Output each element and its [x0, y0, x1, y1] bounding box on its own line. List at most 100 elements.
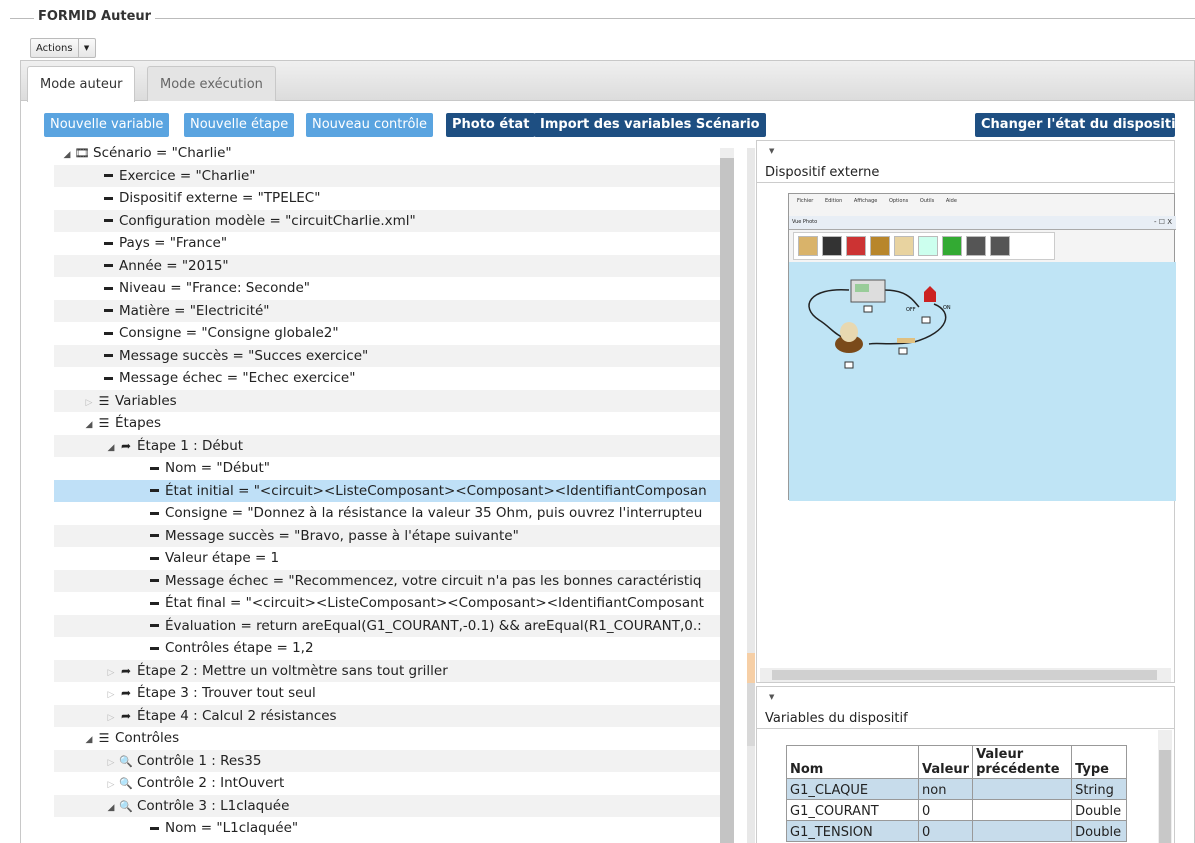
tree-row[interactable]: ▷ ☰ Variables: [54, 389, 720, 413]
switch-tool-icon[interactable]: [846, 236, 866, 256]
tree-row[interactable]: Message succès = "Succes exercice": [54, 344, 720, 367]
tree-row[interactable]: ▷ ➦ Étape 3 : Trouver tout seul: [54, 682, 720, 705]
external-device-view[interactable]: Fichier Edition Affichage Options Outils…: [788, 193, 1176, 501]
tree-row[interactable]: ▷ 🔍 Contrôle 1 : Res35: [54, 749, 720, 773]
tree-row[interactable]: Évaluation = return areEqual(G1_COURANT,…: [54, 614, 720, 637]
tree-row[interactable]: Dispositif externe = "TPELEC": [54, 187, 720, 210]
tree-row[interactable]: Année = "2015": [54, 254, 720, 277]
column-header[interactable]: Type: [1071, 745, 1128, 779]
photo-state-button[interactable]: Photo état: [446, 113, 536, 137]
tab-mode-execution[interactable]: Mode exécution: [147, 66, 276, 101]
change-state-button[interactable]: Changer l'état du dispositif: [975, 113, 1181, 137]
expanded-arrow-icon[interactable]: ◢: [104, 437, 118, 458]
tree-row-label: Valeur étape = 1: [165, 550, 280, 566]
tree-row[interactable]: Contrôles étape = 1,2: [54, 637, 720, 660]
battery-tool-icon[interactable]: [822, 236, 842, 256]
chevron-down-icon: ▼: [83, 44, 90, 52]
tree-row[interactable]: ▷ ➦ Étape 4 : Calcul 2 résistances: [54, 704, 720, 728]
tree-scrollbar-thumb[interactable]: [720, 158, 734, 843]
variables-scrollbar[interactable]: [1158, 730, 1172, 843]
panel-header[interactable]: ▼ Dispositif externe: [757, 141, 1174, 183]
voltmeter-tool-icon[interactable]: [966, 236, 986, 256]
new-step-button[interactable]: Nouvelle étape: [184, 113, 295, 137]
tree-row[interactable]: ◢ 🔍 Contrôle 3 : L1claquée: [54, 794, 720, 818]
tree-row[interactable]: ▷ 🔍 Contrôle 2 : IntOuvert: [54, 772, 720, 795]
tree-row[interactable]: ◢ ➦ Étape 1 : Début: [54, 434, 720, 458]
menu-item[interactable]: Affichage: [854, 198, 878, 204]
tree-row[interactable]: Valeur étape = 1: [54, 547, 720, 570]
diode-tool-icon[interactable]: [942, 236, 962, 256]
new-variable-button[interactable]: Nouvelle variable: [44, 113, 170, 137]
tree-row[interactable]: Niveau = "France: Seconde": [54, 277, 720, 300]
panel-title: Dispositif externe: [765, 165, 880, 180]
new-control-button[interactable]: Nouveau contrôle: [306, 113, 434, 137]
table-cell: G1_TENSION: [786, 820, 919, 842]
tree-row[interactable]: Nom = "L1claquée": [54, 817, 720, 840]
collapsed-arrow-icon[interactable]: ▷: [104, 707, 118, 728]
tree-row[interactable]: ◢ 🎞 Scénario = "Charlie": [54, 142, 720, 165]
table-row[interactable]: G1_COURANT 0 Double: [786, 799, 1128, 821]
column-header[interactable]: Valeur précédente: [972, 745, 1073, 779]
wire-tool-icon[interactable]: [918, 236, 938, 256]
scenario-tree[interactable]: ◢ 🎞 Scénario = "Charlie" Exercice = "Charli…: [54, 140, 738, 843]
tree-row[interactable]: Consigne = "Consigne globale2": [54, 322, 720, 345]
table-cell: Double: [1071, 820, 1128, 842]
collapsed-arrow-icon[interactable]: ▷: [104, 774, 118, 795]
table-cell: [972, 799, 1073, 821]
switch-icon[interactable]: [924, 286, 936, 302]
tree-row-label: Étapes: [115, 415, 162, 431]
ammeter-tool-icon[interactable]: [990, 236, 1010, 256]
column-header[interactable]: Nom: [786, 745, 919, 779]
menu-item[interactable]: Options: [889, 198, 908, 204]
splitter[interactable]: [747, 148, 755, 843]
dash-icon: [104, 331, 113, 335]
tree-row-label: Configuration modèle = "circuitCharlie.x…: [119, 212, 416, 229]
menu-item[interactable]: Edition: [825, 198, 842, 204]
tree-row[interactable]: Consigne = "Donnez à la résistance la va…: [54, 502, 720, 525]
column-header[interactable]: Valeur: [917, 745, 974, 779]
tab-mode-auteur[interactable]: Mode auteur: [27, 66, 136, 102]
tree-row[interactable]: Message échec = "Echec exercice": [54, 367, 720, 390]
menu-item[interactable]: Fichier: [797, 198, 813, 204]
circuit-canvas[interactable]: OFF ON: [789, 262, 1176, 501]
table-cell: 0: [917, 820, 974, 842]
tree-row[interactable]: Matière = "Electricité": [54, 299, 720, 322]
tree-row[interactable]: ◢ ☰ Étapes: [54, 412, 720, 435]
tree-row[interactable]: Exercice = "Charlie": [54, 164, 720, 187]
table-row[interactable]: G1_CLAQUE non String: [786, 778, 1128, 800]
tree-row-label: État initial = "<circuit><ListeComposant…: [165, 482, 707, 499]
resistor-icon[interactable]: [897, 338, 915, 343]
tree-row[interactable]: Configuration modèle = "circuitCharlie.x…: [54, 209, 720, 232]
collapsed-arrow-icon[interactable]: ▷: [104, 662, 118, 683]
window-buttons[interactable]: - ☐ X: [1154, 218, 1172, 226]
collapsed-arrow-icon[interactable]: ▷: [104, 752, 118, 773]
external-horizontal-scrollbar[interactable]: [760, 668, 1171, 682]
lamp-tool-icon[interactable]: [870, 236, 890, 256]
tree-row[interactable]: Nom = "Début": [54, 457, 720, 480]
collapsed-arrow-icon[interactable]: ▷: [104, 684, 118, 705]
expanded-arrow-icon[interactable]: ◢: [82, 729, 96, 750]
tree-row[interactable]: Message succès = "Bravo, passe à l'étape…: [54, 524, 720, 547]
collapsed-arrow-icon[interactable]: ▷: [82, 392, 96, 413]
generator-tool-icon[interactable]: [798, 236, 818, 256]
resistor-tool-icon[interactable]: [894, 236, 914, 256]
tree-row[interactable]: Message échec = "Recommencez, votre circ…: [54, 569, 720, 592]
device-menubar: Fichier Edition Affichage Options Outils…: [789, 194, 1174, 209]
tree-row[interactable]: ▷ ➦ Étape 2 : Mettre un voltmètre sans tou…: [54, 659, 720, 683]
tree-row-label: Étape 1 : Début: [137, 437, 244, 454]
menu-item[interactable]: Aide: [946, 198, 957, 204]
tree-row[interactable]: Pays = "France": [54, 232, 720, 255]
tree-row[interactable]: ◢ ☰ Contrôles: [54, 727, 720, 750]
expanded-arrow-icon[interactable]: ◢: [82, 414, 96, 435]
expanded-arrow-icon[interactable]: ◢: [104, 797, 118, 818]
table-row[interactable]: G1_TENSION 0 Double: [786, 820, 1128, 842]
menu-item[interactable]: Outils: [920, 198, 934, 204]
tree-row[interactable]: État final = "<circuit><ListeComposant><…: [54, 592, 720, 615]
import-variables-button[interactable]: Import des variables Scénario: [534, 113, 766, 137]
expanded-arrow-icon[interactable]: ◢: [60, 144, 74, 165]
circuit-diagram: OFF ON: [808, 279, 951, 369]
actions-menu[interactable]: Actions ▼: [30, 38, 96, 58]
tree-row[interactable]: État initial = "<circuit><ListeComposant…: [54, 479, 720, 502]
table-cell: G1_CLAQUE: [786, 778, 919, 800]
panel-header[interactable]: ▼ Variables du dispositif: [757, 687, 1174, 729]
